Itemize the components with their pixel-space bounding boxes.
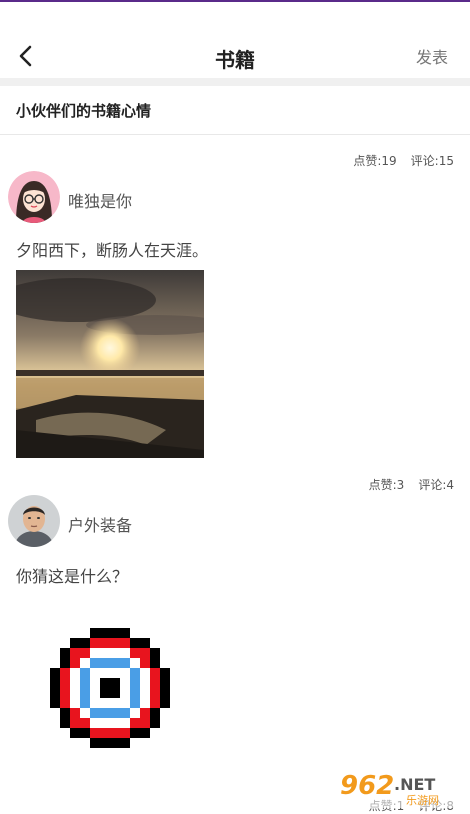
man-photo-avatar-icon: [8, 495, 60, 547]
watermark-sub: 乐游网: [406, 794, 439, 807]
avatar[interactable]: [8, 171, 60, 223]
publish-button[interactable]: 发表: [416, 44, 448, 68]
post-stats: 点赞:19 评论:15: [339, 152, 454, 169]
watermark-number: 962: [340, 771, 394, 801]
page-title: 书籍: [215, 48, 255, 72]
section-title: 小伙伴们的书籍心情: [16, 102, 152, 120]
post-content: 夕阳西下，断肠人在天涯。: [16, 241, 209, 260]
post-stats: 点赞:3 评论:4: [355, 476, 454, 493]
watermark-logo: 962 .NET 乐游网: [334, 764, 466, 808]
comment-count[interactable]: 评论:15: [411, 154, 454, 168]
pixel-shield-image: [50, 628, 170, 748]
cartoon-girl-avatar-icon: [8, 171, 60, 223]
watermark-suffix: .NET: [394, 775, 435, 794]
post-card[interactable]: 点赞:19 评论:15 唯独是你 夕阳西下，断肠人在天涯。: [0, 135, 470, 465]
comment-count[interactable]: 评论:4: [418, 478, 454, 492]
top-bar: 书籍 发表: [0, 2, 470, 78]
username[interactable]: 唯独是你: [68, 188, 132, 212]
like-count[interactable]: 点赞:3: [369, 478, 405, 492]
avatar[interactable]: [8, 495, 60, 547]
post-content: 你猜这是什么？: [16, 567, 129, 586]
pixel-art-image[interactable]: [50, 628, 170, 748]
divider: [0, 78, 470, 86]
sunset-photo[interactable]: [16, 270, 204, 458]
post-card[interactable]: 点赞:3 评论:4 户外装备 你猜这是什么？: [0, 468, 470, 788]
sunset-image: [16, 270, 204, 458]
username[interactable]: 户外装备: [68, 512, 132, 536]
like-count[interactable]: 点赞:19: [353, 154, 396, 168]
